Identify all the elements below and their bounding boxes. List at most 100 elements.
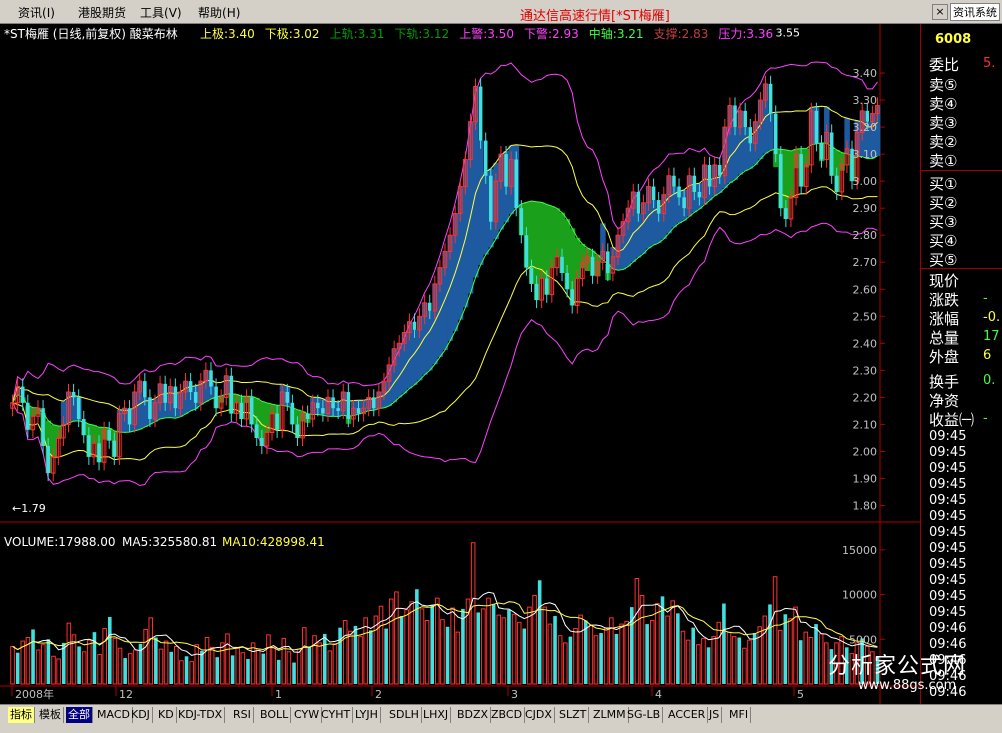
tab--[interactable]: 全部: [66, 707, 93, 723]
candle-body: [260, 437, 264, 447]
tab-cjdx[interactable]: CJDX: [523, 707, 555, 723]
tab-cyht[interactable]: CYHT: [319, 707, 354, 723]
y-tick-label: 3.30: [853, 94, 878, 107]
volume-bar: [793, 606, 798, 685]
candle-body: [672, 175, 676, 187]
candle-body: [697, 191, 702, 198]
candle-body: [651, 186, 656, 201]
volume-bar: [430, 605, 434, 684]
tab-kd[interactable]: KD: [156, 707, 177, 723]
volume-bar: [624, 620, 629, 685]
tab--[interactable]: 模板: [37, 707, 64, 723]
volume-bar: [307, 646, 312, 684]
band-fill: [411, 329, 418, 385]
stat-label: 收益㈠: [929, 411, 975, 429]
tab-bdzx[interactable]: BDZX: [455, 707, 492, 723]
tab-kdj-tdx[interactable]: KDJ-TDX: [176, 707, 226, 723]
tab-rsi[interactable]: RSI: [231, 707, 254, 723]
volume-bar: [788, 618, 793, 685]
info-system-button[interactable]: 资讯系统: [950, 3, 1000, 21]
indicator-label: 支撑:2.83: [654, 26, 709, 41]
candle-body: [707, 164, 712, 187]
volume-bar: [322, 633, 327, 684]
volume-bar: [127, 653, 133, 685]
sell-order-label: 卖②: [929, 133, 958, 151]
quote-panel: 6008 委比 5. 卖⑤ 卖④ 卖③ 卖② 卖① 买① 买② 买③ 买④ 买⑤ 现价 涨跌 - 涨幅 -0…: [920, 24, 1002, 704]
tab-mfi[interactable]: MFI: [727, 707, 752, 723]
watermark-url: www.88gs.com: [858, 678, 957, 693]
tab-sg-lb[interactable]: SG-LB: [625, 707, 664, 723]
volume-bar: [603, 627, 609, 685]
stat-value: -: [983, 411, 988, 426]
candle-body: [321, 408, 325, 414]
stock-code: 6008: [935, 32, 972, 47]
volume-bar: [266, 634, 271, 685]
volume-y-tick-label: 5000: [849, 633, 877, 646]
candle-body: [427, 302, 432, 311]
volume-bar: [215, 657, 220, 684]
volume-bar: [296, 648, 302, 685]
tab-cyw[interactable]: CYW: [292, 707, 323, 723]
tab-zbcd[interactable]: ZBCD: [489, 707, 526, 723]
tab--[interactable]: 指标: [8, 707, 35, 723]
x-tick-label: 4: [655, 688, 662, 701]
volume-bar: [593, 635, 599, 685]
volume-ma5-label: MA5:325580.81: [122, 535, 217, 549]
volume-bar: [547, 623, 553, 685]
tab-lhxj[interactable]: LHXJ: [421, 707, 452, 723]
candle-body: [743, 110, 747, 128]
volume-bar: [276, 659, 281, 684]
tab-slzt[interactable]: SLZT: [557, 707, 590, 723]
tab-js[interactable]: JS: [707, 707, 723, 723]
volume-bar: [777, 629, 783, 685]
band-fill: [549, 206, 555, 268]
low-annotation: ←1.79: [12, 502, 46, 515]
volume-bar: [87, 639, 92, 685]
volume-bar: [455, 631, 461, 685]
candle-body: [524, 235, 529, 268]
candle-body: [336, 408, 340, 411]
volume-bar: [235, 647, 241, 685]
volume-bar: [639, 594, 645, 685]
tab-kdj[interactable]: KDJ: [129, 707, 153, 723]
volume-bar: [353, 625, 358, 684]
tab-boll[interactable]: BOLL: [258, 707, 292, 723]
volume-bar: [752, 633, 757, 684]
candle-body: [565, 273, 569, 290]
tick-time: 09:45: [929, 461, 967, 476]
x-tick-label: 2008年: [15, 687, 54, 701]
menu-item-tools[interactable]: 工具(V): [140, 4, 182, 21]
tab-zlmm[interactable]: ZLMM: [591, 707, 629, 723]
volume-bar: [726, 631, 732, 685]
band-fill: [478, 140, 484, 265]
close-icon[interactable]: ×: [932, 4, 948, 20]
volume-bar: [532, 594, 537, 685]
band-fill: [427, 310, 433, 371]
volume-bar: [731, 636, 737, 685]
tab-lyjh[interactable]: LYJH: [353, 707, 381, 723]
volume-bar: [588, 624, 594, 685]
volume-bar: [440, 619, 445, 685]
candle-body: [81, 418, 86, 436]
tab-sdlh[interactable]: SDLH: [387, 707, 422, 723]
tab-macd[interactable]: MACD: [95, 707, 133, 723]
candle-body: [107, 429, 111, 441]
menu-item-help[interactable]: 帮助(H): [198, 4, 240, 21]
x-tick-label: 12: [119, 688, 133, 701]
volume-bar: [722, 603, 726, 684]
volume-bar: [716, 621, 722, 685]
candle-body: [519, 208, 524, 236]
tab-accer[interactable]: ACCER: [666, 707, 709, 723]
volume-bar: [363, 617, 368, 685]
tick-time: 09:45: [929, 525, 967, 540]
indicator-label: 压力:3.36: [718, 27, 773, 41]
volume-bar: [77, 646, 81, 684]
menu-item-info[interactable]: 资讯(I): [18, 4, 55, 21]
candle-body: [814, 110, 819, 144]
menu-item-hk-futures[interactable]: 港股期货: [78, 4, 126, 21]
volume-bar: [470, 542, 476, 685]
kline-chart[interactable]: 3.40 3.30 3.20 3.10 3.00 2.90 2.80 2.70 2.60 2.50…: [0, 24, 920, 704]
volume-bar: [670, 600, 676, 685]
buy-order-label: 买③: [929, 213, 958, 231]
candle-body: [76, 397, 81, 419]
